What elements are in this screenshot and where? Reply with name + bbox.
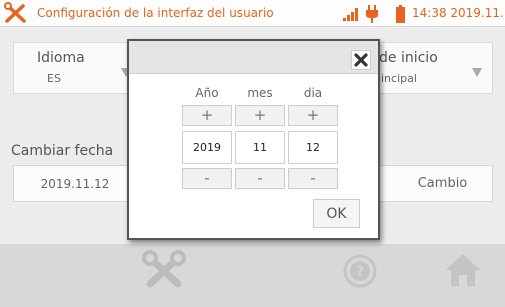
close-icon [354,53,368,67]
change-date-label: Cambiar fecha [11,143,114,159]
signal-icon [343,8,358,21]
svg-text:?: ? [356,264,364,280]
window-title: Configuración de la interfaz del usuario [37,6,274,20]
day-increment-button[interactable]: + [288,105,338,126]
year-label: Año [195,86,219,100]
help-icon[interactable]: ? [343,254,377,288]
date-display: 2019.11.12 [13,165,137,202]
month-label: mes [247,86,273,100]
month-increment-button[interactable]: + [235,105,285,126]
year-decrement-button[interactable]: - [182,168,232,189]
year-increment-button[interactable]: + [182,105,232,126]
start-screen-value: incipal [381,72,417,85]
tools-icon[interactable] [142,250,188,290]
day-decrement-button[interactable]: - [288,168,338,189]
battery-icon [396,5,405,23]
language-label: Idioma [37,50,85,66]
change-button-left-edge [378,165,398,202]
day-value: 12 [288,131,338,164]
language-value: ES [47,72,61,85]
dialog-titlebar [129,41,378,74]
month-value: 11 [235,131,285,164]
ok-button[interactable]: OK [313,199,360,228]
clock-time: 14:38 2019.11.12 [412,6,505,20]
close-button[interactable] [351,50,371,70]
date-dialog: Año + 2019 - mes + 11 - dia + 12 - OK [127,39,380,240]
home-icon[interactable] [444,252,482,288]
status-header: Configuración de la interfaz del usuario… [0,0,505,27]
start-screen-selector[interactable]: de inicio incipal [376,42,493,94]
day-label: dia [303,86,323,100]
year-value: 2019 [182,131,232,164]
language-selector[interactable]: Idioma ES [13,42,133,94]
start-screen-label: de inicio [379,50,438,66]
bottom-toolbar: ? [0,244,505,307]
change-button[interactable]: Cambio [393,165,493,202]
month-decrement-button[interactable]: - [235,168,285,189]
plug-icon [366,5,378,23]
tools-icon [4,2,26,23]
chevron-down-icon [472,68,482,77]
